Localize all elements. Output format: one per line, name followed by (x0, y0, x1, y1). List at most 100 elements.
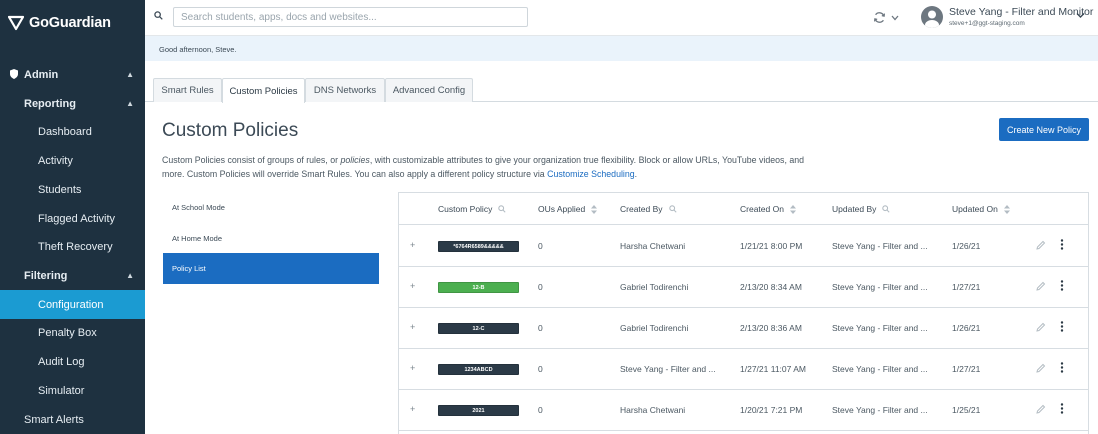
column-header-ous-applied[interactable]: OUs Applied (538, 204, 598, 214)
sidebar-item-dashboard[interactable]: Dashboard (0, 117, 145, 146)
updated-on-cell: 1/26/21 (952, 323, 981, 333)
sidebar-item-admin[interactable]: Admin ▲ (0, 60, 145, 89)
column-header-created-by[interactable]: Created By (620, 204, 677, 214)
search-icon[interactable] (882, 205, 890, 213)
sidebar: GoGuardian Admin ▲ Reporting ▲ Dashboard… (0, 0, 145, 434)
created-on-cell: 1/27/21 11:07 AM (740, 364, 807, 374)
top-bar: Steve Yang - Filter and Monitor steve+1@… (145, 0, 1098, 36)
search-icon[interactable] (498, 205, 506, 213)
sidebar-item-label: Penalty Box (38, 326, 97, 339)
updated-by-cell: Steve Yang - Filter and ... (832, 364, 928, 374)
mode-at-home[interactable]: At Home Mode (163, 227, 379, 249)
column-header-label: Created By (620, 204, 663, 214)
sort-icon[interactable] (591, 204, 598, 214)
column-header-updated-by[interactable]: Updated By (832, 204, 890, 214)
ous-applied-cell: 0 (538, 282, 543, 292)
more-vertical-icon[interactable] (1060, 321, 1064, 332)
expand-plus-icon[interactable]: + (410, 363, 415, 373)
tab-custom-policies[interactable]: Custom Policies (222, 78, 305, 103)
sidebar-item-students[interactable]: Students (0, 175, 145, 204)
policy-name-badge[interactable]: 12-C (438, 323, 519, 334)
sidebar-item-activity[interactable]: Activity (0, 146, 145, 175)
sidebar-item-label: Simulator (38, 384, 85, 397)
column-header-label: Updated By (832, 204, 877, 214)
sidebar-item-label: Dashboard (38, 125, 92, 138)
chevron-down-icon[interactable] (1076, 12, 1085, 19)
column-header-label: Created On (740, 204, 784, 214)
sidebar-item-theft-recovery[interactable]: Theft Recovery (0, 232, 145, 261)
more-vertical-icon[interactable] (1060, 403, 1064, 414)
page-title: Custom Policies (162, 120, 299, 141)
table-row[interactable]: + *6764R6589&&&&& 0 Harsha Chetwani 1/21… (399, 226, 1088, 267)
sidebar-item-smart-alerts[interactable]: Smart Alerts (0, 405, 145, 434)
more-vertical-icon[interactable] (1060, 239, 1064, 250)
description-text: Custom Policies consist of groups of rul… (162, 155, 341, 165)
brand-name: GoGuardian (29, 15, 111, 31)
search-icon[interactable] (668, 205, 677, 213)
policy-name-badge[interactable]: 2021 (438, 405, 519, 416)
created-by-cell: Harsha Chetwani (620, 405, 686, 415)
sidebar-item-configuration[interactable]: Configuration (0, 290, 145, 319)
tab-smart-rules[interactable]: Smart Rules (153, 78, 222, 102)
policies-table: Custom Policy OUs Applied Created By Cre… (398, 192, 1089, 434)
tab-advanced-config[interactable]: Advanced Config (385, 78, 473, 102)
created-by-cell: Gabriel Todirenchi (620, 323, 689, 333)
sidebar-item-label: Smart Alerts (24, 413, 84, 426)
table-row[interactable]: + 12-C 0 Gabriel Todirenchi 2/13/20 8:36… (399, 308, 1088, 349)
pencil-icon[interactable] (1036, 404, 1046, 414)
sidebar-item-label: Theft Recovery (38, 240, 113, 253)
sidebar-item-filtering[interactable]: Filtering ▲ (0, 261, 145, 290)
updated-by-cell: Steve Yang - Filter and ... (832, 282, 928, 292)
user-avatar-icon[interactable] (921, 6, 943, 28)
pencil-icon[interactable] (1036, 281, 1046, 291)
updated-by-cell: Steve Yang - Filter and ... (832, 323, 928, 333)
policy-name-badge[interactable]: 1234ABCD (438, 364, 519, 375)
table-row[interactable]: + 12-B 0 Gabriel Todirenchi 2/13/20 8:34… (399, 267, 1088, 308)
sidebar-item-label: Students (38, 183, 82, 196)
sidebar-item-penalty-box[interactable]: Penalty Box (0, 318, 145, 347)
policy-name-badge[interactable]: 12-B (438, 282, 519, 293)
ous-applied-cell: 0 (538, 405, 543, 415)
sync-button[interactable] (873, 11, 899, 24)
mode-at-school[interactable]: At School Mode (163, 196, 379, 218)
more-vertical-icon[interactable] (1060, 362, 1064, 373)
mode-policy-list[interactable]: Policy List (163, 253, 379, 284)
pencil-icon[interactable] (1036, 322, 1046, 332)
pencil-icon[interactable] (1036, 240, 1046, 250)
chevron-down-icon (891, 15, 899, 20)
table-header: Custom Policy OUs Applied Created By Cre… (399, 193, 1088, 225)
table-row[interactable]: + 1234ABCD 0 Steve Yang - Filter and ...… (399, 349, 1088, 390)
logo[interactable]: GoGuardian (0, 0, 145, 46)
updated-by-cell: Steve Yang - Filter and ... (832, 241, 928, 251)
policy-name-badge[interactable]: *6764R6589&&&&& (438, 241, 519, 252)
sort-icon[interactable] (789, 204, 796, 214)
sidebar-item-audit-log[interactable]: Audit Log (0, 347, 145, 376)
column-header-updated-on[interactable]: Updated On (952, 204, 1010, 214)
created-by-cell: Gabriel Todirenchi (620, 282, 689, 292)
sidebar-item-reporting[interactable]: Reporting ▲ (0, 89, 145, 118)
search-icon (154, 11, 163, 20)
create-new-policy-button[interactable]: Create New Policy (999, 118, 1089, 141)
greeting-banner: Good afternoon, Steve. (145, 36, 1098, 61)
expand-plus-icon[interactable]: + (410, 404, 415, 414)
expand-plus-icon[interactable]: + (410, 322, 415, 332)
column-header-label: Custom Policy (438, 204, 493, 214)
tab-dns-networks[interactable]: DNS Networks (305, 78, 385, 102)
sort-icon[interactable] (1003, 204, 1010, 214)
sidebar-item-flagged-activity[interactable]: Flagged Activity (0, 204, 145, 233)
more-vertical-icon[interactable] (1060, 280, 1064, 291)
expand-plus-icon[interactable]: + (410, 281, 415, 291)
updated-by-cell: Steve Yang - Filter and ... (832, 405, 928, 415)
table-row[interactable]: + 2021 0 Harsha Chetwani 1/20/21 7:21 PM… (399, 390, 1088, 431)
column-header-created-on[interactable]: Created On (740, 204, 796, 214)
expand-plus-icon[interactable]: + (410, 240, 415, 250)
sidebar-item-label: Configuration (38, 298, 104, 311)
column-header-custom-policy[interactable]: Custom Policy (438, 204, 506, 214)
pencil-icon[interactable] (1036, 363, 1046, 373)
sidebar-item-simulator[interactable]: Simulator (0, 376, 145, 405)
customize-scheduling-link[interactable]: Customize Scheduling (547, 169, 635, 179)
updated-on-cell: 1/27/21 (952, 282, 981, 292)
updated-on-cell: 1/27/21 (952, 364, 981, 374)
search-input[interactable] (173, 7, 528, 27)
sync-icon (873, 12, 886, 23)
